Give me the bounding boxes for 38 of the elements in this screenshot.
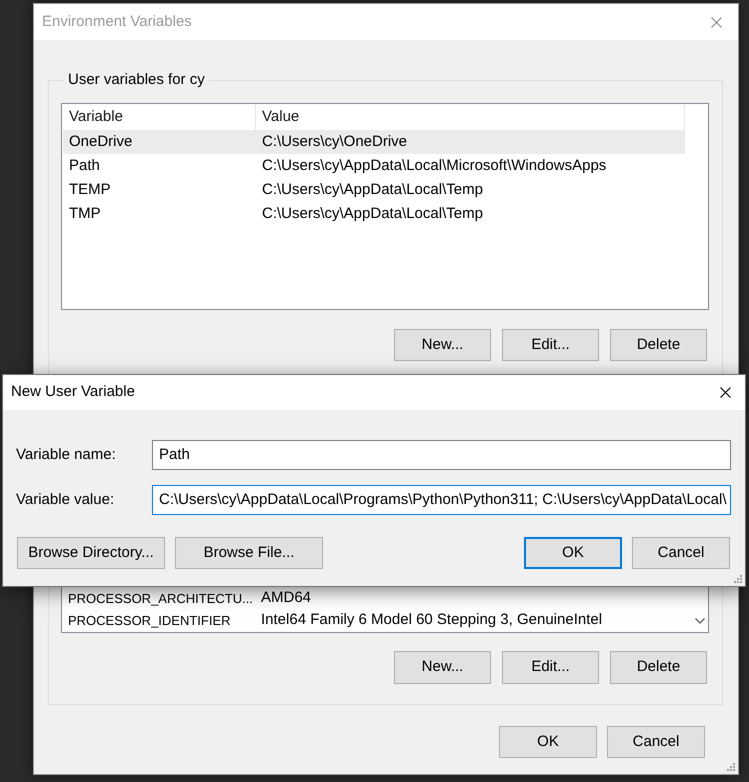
resize-grip-icon[interactable] <box>733 574 743 584</box>
delete-button[interactable]: Delete <box>610 329 707 361</box>
window-title: Environment Variables <box>42 12 192 32</box>
delete-button[interactable]: Delete <box>610 651 707 684</box>
close-icon[interactable] <box>720 387 731 398</box>
field-label: Variable name: <box>16 446 116 463</box>
edit-button[interactable]: Edit... <box>502 651 599 684</box>
cancel-button[interactable]: Cancel <box>632 537 730 569</box>
variable-value-cell-text: C:\Users\cy\OneDrive <box>262 132 408 152</box>
browse-file-button[interactable]: Browse File... <box>175 537 323 569</box>
variable-name-cell-text: PROCESSOR_IDENTIFIER <box>68 612 231 630</box>
column-header[interactable]: Variable <box>69 106 123 129</box>
ok-button[interactable]: OK <box>499 726 597 758</box>
variable-value-cell-text: C:\Users\cy\AppData\Local\Microsoft\WindowsApps <box>262 156 606 176</box>
variable-name-cell-text: PROCESSOR_ARCHITECTU... <box>68 590 253 608</box>
variable-value-cell-text: Intel64 Family 6 Model 60 Stepping 3, GenuineIntel <box>261 610 602 630</box>
resize-grip-icon[interactable] <box>726 762 736 772</box>
chevron-down-icon[interactable] <box>694 618 704 624</box>
variable-name-cell-text: TEMP <box>69 180 111 200</box>
variable-value-cell-text: AMD64 <box>261 588 312 608</box>
column-header[interactable]: Value <box>262 106 300 129</box>
input-field[interactable]: C:\Users\cy\AppData\Local\Programs\Python\Python311; C:\Users\cy\AppData\Local\ <box>152 485 731 515</box>
dialog-title: New User Variable <box>11 382 135 402</box>
cancel-button[interactable]: Cancel <box>607 726 705 758</box>
variable-name-cell-text: TMP <box>69 204 101 224</box>
new-button[interactable]: New... <box>394 329 491 361</box>
browse-directory-button[interactable]: Browse Directory... <box>17 537 165 569</box>
edit-button[interactable]: Edit... <box>502 329 599 361</box>
list-row[interactable]: OneDrive C:\Users\cy\OneDrive <box>63 130 685 154</box>
variable-name-cell-text: Path <box>69 156 100 176</box>
group-label: User variables for cy <box>67 71 206 89</box>
variable-value-cell-text: C:\Users\cy\AppData\Local\Temp <box>262 204 483 224</box>
variable-value-cell-text: C:\Users\cy\AppData\Local\Temp <box>262 180 483 200</box>
field-label: Variable value: <box>16 490 114 508</box>
variable-name-cell-text: OneDrive <box>69 132 132 152</box>
input-field[interactable]: Path <box>152 440 731 470</box>
new-button[interactable]: New... <box>394 651 491 684</box>
ok-button[interactable]: OK <box>524 537 622 569</box>
